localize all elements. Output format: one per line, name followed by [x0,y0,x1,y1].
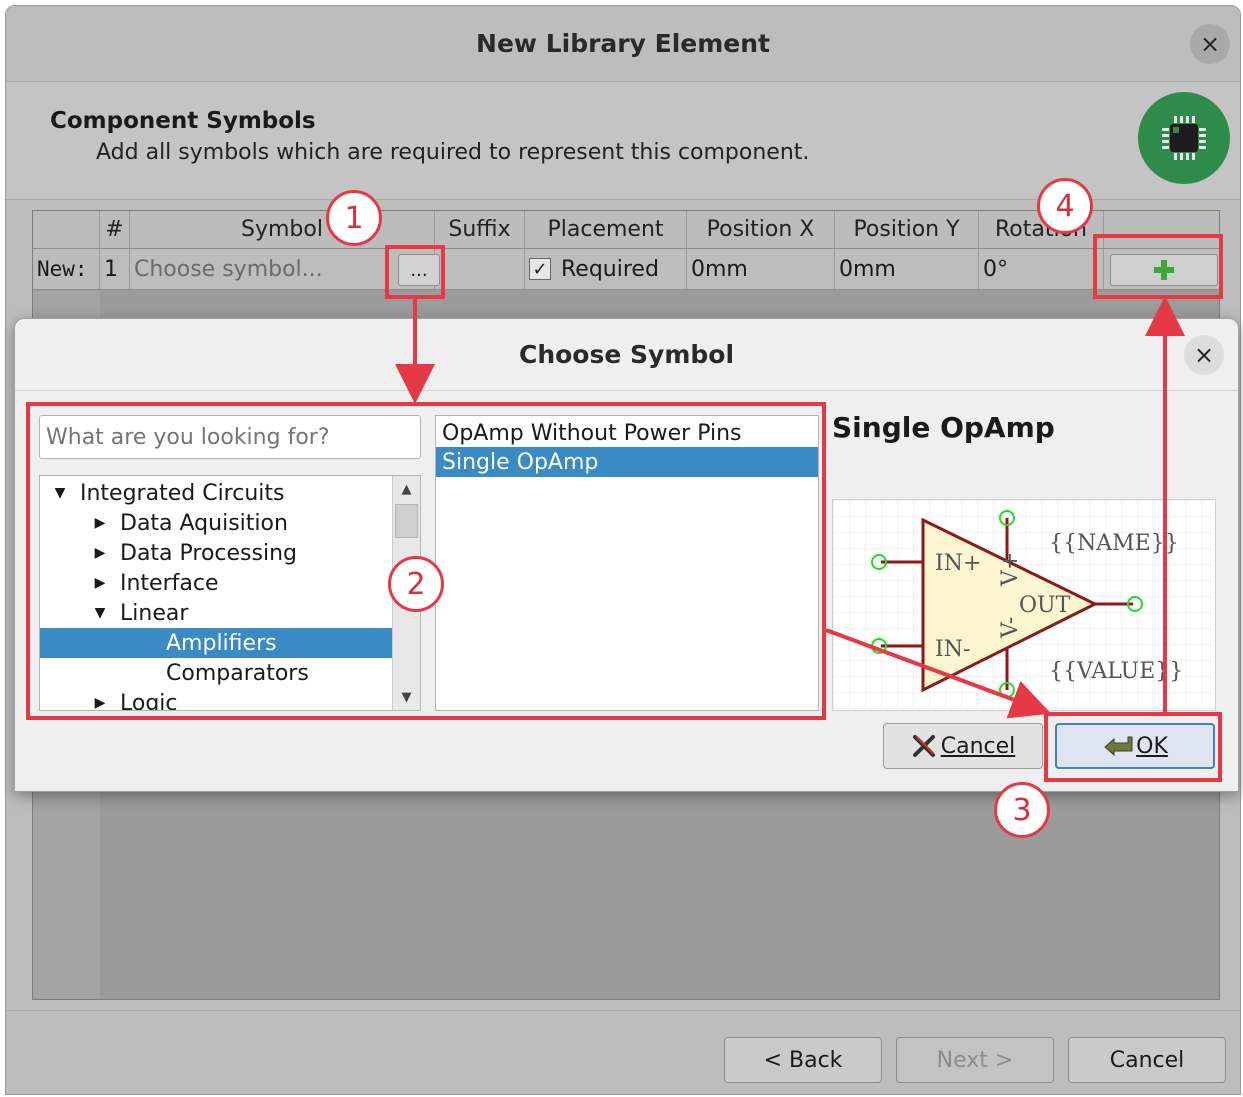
required-checkbox[interactable]: ✓ [529,258,551,280]
pin-label-in-minus: IN- [935,637,970,662]
tree-item-amplifiers[interactable]: Amplifiers [40,628,392,658]
browse-label: ... [410,259,428,281]
wizard-footer: < Back Next > Cancel [6,1010,1240,1094]
wizard-cancel-button[interactable]: Cancel [1068,1037,1226,1083]
wizard-cancel-label: Cancel [1109,1047,1185,1073]
header-label [33,211,100,248]
tree-item-linear[interactable]: ▼ Linear [40,598,392,628]
collapsed-arrow-icon[interactable]: ▶ [90,695,110,710]
symbol-preview: IN+ IN- OUT {{NAME}} {{VALUE}} V+ V- [832,499,1217,712]
pin-label-in-plus: IN+ [935,551,981,576]
choose-symbol-dialog: Choose Symbol × ▼ Integrated Circuits ▶ … [14,318,1239,792]
table-row-new: New: 1 Choose symbol... ✓ Required 0mm 0… [33,249,1219,290]
header-placement: Placement [525,211,687,248]
position-y-field[interactable]: 0mm [835,249,979,289]
dialog-titlebar: Choose Symbol [15,319,1238,391]
rotation-field[interactable]: 0° [979,249,1104,289]
add-symbol-button[interactable] [1110,254,1218,286]
window-titlebar: New Library Element [6,6,1240,82]
value-label: {{VALUE}} [1049,659,1183,684]
page-subtitle: Add all symbols which are required to re… [96,140,810,165]
chip-logo-icon [1138,92,1230,184]
header-suffix: Suffix [435,211,525,248]
search-input[interactable] [39,415,421,459]
preview-title: Single OpAmp [832,411,1055,444]
tree-item-interface[interactable]: ▶ Interface [40,568,392,598]
next-button[interactable]: Next > [896,1037,1054,1083]
ok-arrow-icon [1104,736,1133,757]
row-label: New: [33,249,100,289]
step-badge-1: 1 [326,190,382,246]
list-item-single-opamp[interactable]: Single OpAmp [436,447,818,477]
step-badge-3: 3 [994,782,1050,838]
symbol-field[interactable]: Choose symbol... [130,249,435,289]
scroll-up-icon[interactable]: ▲ [393,476,420,502]
page-title: Component Symbols [50,108,316,134]
category-tree[interactable]: ▼ Integrated Circuits ▶ Data Aquisition … [39,475,421,711]
expanded-arrow-icon[interactable]: ▼ [50,485,70,501]
row-number: 1 [100,249,130,289]
position-x-field[interactable]: 0mm [687,249,835,289]
dialog-cancel-button[interactable]: Cancel [883,723,1043,769]
dialog-cancel-label: Cancel [940,733,1016,759]
collapsed-arrow-icon[interactable]: ▶ [90,545,110,561]
header-number: # [100,211,130,248]
back-button[interactable]: < Back [724,1037,882,1083]
tree-item-label: Linear [120,600,189,626]
tree-item-label: Amplifiers [166,630,277,656]
tree-item-label: Data Aquisition [120,510,288,536]
window-close-button[interactable]: × [1190,24,1230,64]
tree-item-data-processing[interactable]: ▶ Data Processing [40,538,392,568]
next-label: Next > [936,1047,1014,1073]
dialog-ok-button[interactable]: OK [1055,723,1215,769]
expanded-arrow-icon[interactable]: ▼ [90,605,110,621]
pin-label-v-plus: V+ [998,552,1023,587]
tree-item-logic[interactable]: ▶ Logic [40,688,392,711]
step-badge-2: 2 [388,556,444,612]
collapsed-arrow-icon[interactable]: ▶ [90,515,110,531]
tree-item-label: Logic [120,690,178,711]
list-item-opamp-without-power-pins[interactable]: OpAmp Without Power Pins [436,418,818,448]
header-position-y: Position Y [835,211,979,248]
opamp-symbol-preview: IN+ IN- OUT {{NAME}} {{VALUE}} V+ V- [833,500,1217,712]
collapsed-arrow-icon[interactable]: ▶ [90,575,110,591]
tree-item-data-aquisition[interactable]: ▶ Data Aquisition [40,508,392,538]
tree-item-label: Data Processing [120,540,297,566]
header-actions [1104,211,1219,248]
tree-item-label: Interface [120,570,219,596]
dialog-close-button[interactable]: × [1184,335,1224,375]
suffix-field[interactable] [435,249,525,289]
back-label: < Back [763,1047,843,1073]
cancel-x-icon [912,735,935,757]
browse-symbol-button[interactable]: ... [398,254,440,286]
tree-item-label: Comparators [166,660,309,686]
tree-item-integrated-circuits[interactable]: ▼ Integrated Circuits [40,478,392,508]
close-icon: × [1193,341,1215,369]
placement-label: Required [561,256,659,282]
scroll-down-icon[interactable]: ▼ [393,684,420,710]
pin-label-v-minus: V- [998,617,1023,639]
plus-icon [1154,260,1174,280]
header-symbol: Symbol [130,211,435,248]
scrollbar-thumb[interactable] [395,504,418,538]
header-position-x: Position X [687,211,835,248]
dialog-ok-label: OK [1136,733,1168,759]
placement-field[interactable]: ✓ Required [525,249,687,289]
symbol-list[interactable]: OpAmp Without Power Pins Single OpAmp [435,415,819,711]
close-icon: × [1199,30,1221,58]
step-badge-4: 4 [1037,178,1093,234]
window-title: New Library Element [476,29,770,58]
dialog-title: Choose Symbol [518,340,735,369]
tree-item-label: Integrated Circuits [80,480,285,506]
tree-item-comparators[interactable]: Comparators [40,658,392,688]
name-label: {{NAME}} [1049,531,1179,556]
pin-label-out: OUT [1019,593,1071,618]
